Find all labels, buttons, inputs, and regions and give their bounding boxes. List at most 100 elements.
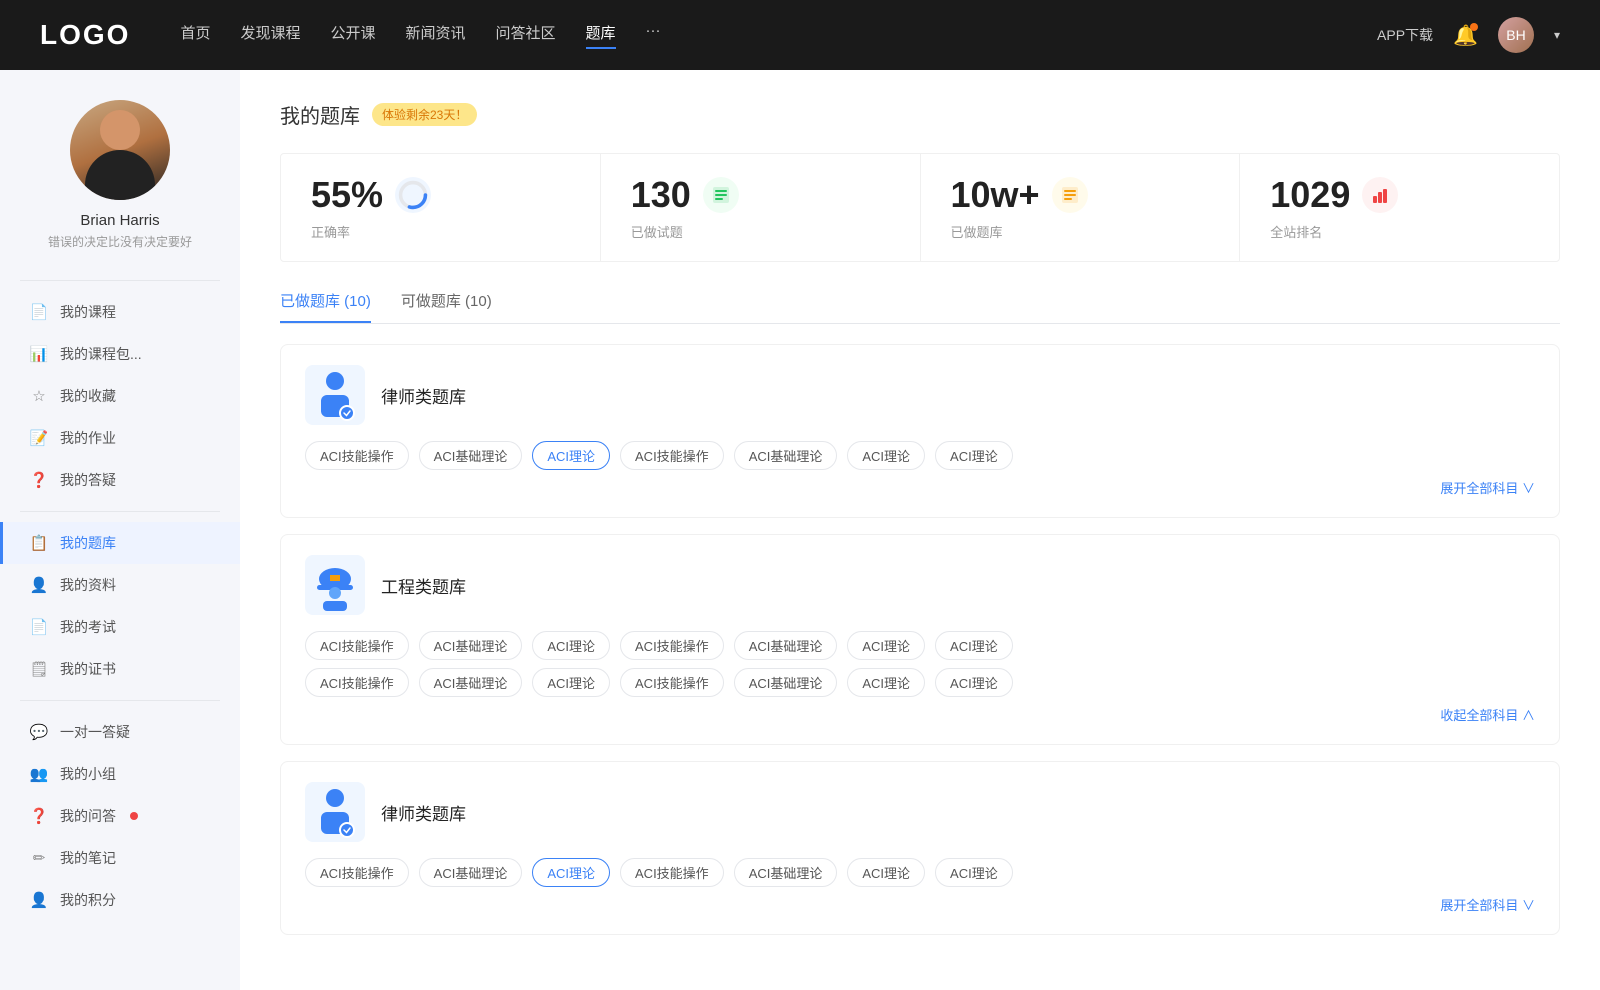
- stat-top-3: 10w+: [951, 174, 1210, 216]
- tag-3-1[interactable]: ACI技能操作: [305, 858, 409, 887]
- tag-1-5[interactable]: ACI基础理论: [734, 441, 838, 470]
- tag-2-7[interactable]: ACI理论: [935, 631, 1013, 660]
- sidebar-item-question-bank[interactable]: 📋 我的题库: [0, 522, 240, 564]
- content-inner: 我的题库 体验剩余23天！ 55%: [240, 70, 1600, 965]
- sidebar-item-label: 我的考试: [60, 617, 116, 637]
- bank-icon-wrap-1: [305, 365, 365, 425]
- main-content: 我的题库 体验剩余23天！ 55%: [240, 70, 1600, 990]
- sidebar-item-my-qa[interactable]: ❓ 我的问答: [0, 795, 240, 837]
- homework-icon: 📝: [30, 429, 48, 447]
- tag-2b-2[interactable]: ACI基础理论: [419, 668, 523, 697]
- sidebar-item-collection[interactable]: ☆ 我的收藏: [0, 375, 240, 417]
- navbar: LOGO 首页 发现课程 公开课 新闻资讯 问答社区 题库 ··· APP下载 …: [0, 0, 1600, 70]
- sidebar-item-points[interactable]: 👤 我的积分: [0, 879, 240, 921]
- bank-list: 律师类题库 ACI技能操作 ACI基础理论 ACI理论 ACI技能操作 ACI基…: [280, 344, 1560, 935]
- tag-3-5[interactable]: ACI基础理论: [734, 858, 838, 887]
- tag-2-5[interactable]: ACI基础理论: [734, 631, 838, 660]
- tab-done-banks[interactable]: 已做题库 (10): [280, 290, 371, 323]
- exam-icon: 📄: [30, 618, 48, 636]
- tag-2b-4[interactable]: ACI技能操作: [620, 668, 724, 697]
- sidebar-item-1on1[interactable]: 💬 一对一答疑: [0, 711, 240, 753]
- expand-link-3[interactable]: 展开全部科目 ∨: [305, 895, 1535, 914]
- main-layout: Brian Harris 错误的决定比没有决定要好 📄 我的课程 📊 我的课程包…: [0, 70, 1600, 990]
- tag-1-1[interactable]: ACI技能操作: [305, 441, 409, 470]
- bank-header-3: 律师类题库: [305, 782, 1535, 842]
- tag-3-2[interactable]: ACI基础理论: [419, 858, 523, 887]
- tag-1-2[interactable]: ACI基础理论: [419, 441, 523, 470]
- page-title: 我的题库: [280, 100, 360, 129]
- stats-row: 55% 正确率 130: [280, 153, 1560, 262]
- sidebar-divider-2: [20, 511, 220, 512]
- bank-card-lawyer-2: 律师类题库 ACI技能操作 ACI基础理论 ACI理论 ACI技能操作 ACI基…: [280, 761, 1560, 935]
- tag-2-2[interactable]: ACI基础理论: [419, 631, 523, 660]
- nav-news[interactable]: 新闻资讯: [406, 22, 466, 49]
- nav-home[interactable]: 首页: [180, 22, 210, 49]
- sidebar-item-course-pack[interactable]: 📊 我的课程包...: [0, 333, 240, 375]
- nav-more[interactable]: ···: [646, 22, 661, 49]
- avatar-body: [85, 150, 155, 200]
- collapse-link[interactable]: 收起全部科目 ∧: [305, 705, 1535, 724]
- my-data-icon: 👤: [30, 576, 48, 594]
- page-title-row: 我的题库 体验剩余23天！: [280, 100, 1560, 129]
- tag-1-7[interactable]: ACI理论: [935, 441, 1013, 470]
- stat-top-4: 1029: [1270, 174, 1529, 216]
- nav-qa[interactable]: 问答社区: [496, 22, 556, 49]
- tag-1-6[interactable]: ACI理论: [847, 441, 925, 470]
- lawyer-icon-2: [311, 786, 359, 838]
- stat-accuracy: 55% 正确率: [281, 154, 601, 261]
- notification-bell[interactable]: 🔔: [1453, 23, 1478, 48]
- tag-2b-3[interactable]: ACI理论: [532, 668, 610, 697]
- tag-2-3[interactable]: ACI理论: [532, 631, 610, 660]
- tag-2-1[interactable]: ACI技能操作: [305, 631, 409, 660]
- stat-number-rank: 1029: [1270, 174, 1350, 216]
- bank-card-engineer: 工程类题库 ACI技能操作 ACI基础理论 ACI理论 ACI技能操作 ACI基…: [280, 534, 1560, 745]
- user-menu-chevron[interactable]: ▾: [1554, 28, 1560, 42]
- tag-2b-6[interactable]: ACI理论: [847, 668, 925, 697]
- sidebar-item-homework[interactable]: 📝 我的作业: [0, 417, 240, 459]
- sidebar-menu: 📄 我的课程 📊 我的课程包... ☆ 我的收藏 📝 我的作业 ❓ 我的答疑 �: [0, 291, 240, 921]
- stat-number-banks: 10w+: [951, 174, 1040, 216]
- donut-svg: [397, 179, 429, 211]
- profile-name: Brian Harris: [80, 212, 159, 229]
- sidebar-item-notes[interactable]: ✏ 我的笔记: [0, 837, 240, 879]
- nav-questions[interactable]: 题库: [586, 22, 616, 49]
- tag-2-6[interactable]: ACI理论: [847, 631, 925, 660]
- engineer-icon: [311, 559, 359, 611]
- user-avatar[interactable]: BH: [1498, 17, 1534, 53]
- bank-header-2: 工程类题库: [305, 555, 1535, 615]
- tag-1-3[interactable]: ACI理论: [532, 441, 610, 470]
- sidebar-item-my-course[interactable]: 📄 我的课程: [0, 291, 240, 333]
- sidebar-item-certificate[interactable]: 🗒 我的证书: [0, 648, 240, 690]
- tag-3-6[interactable]: ACI理论: [847, 858, 925, 887]
- sidebar-item-label: 我的课程: [60, 302, 116, 322]
- tag-2b-1[interactable]: ACI技能操作: [305, 668, 409, 697]
- tag-2b-7[interactable]: ACI理论: [935, 668, 1013, 697]
- tag-1-4[interactable]: ACI技能操作: [620, 441, 724, 470]
- notes-icon: ✏: [30, 849, 48, 867]
- tag-2-4[interactable]: ACI技能操作: [620, 631, 724, 660]
- sidebar-item-group[interactable]: 👥 我的小组: [0, 753, 240, 795]
- sidebar-profile: Brian Harris 错误的决定比没有决定要好: [0, 100, 240, 270]
- tag-3-3[interactable]: ACI理论: [532, 858, 610, 887]
- sidebar-item-label: 我的小组: [60, 764, 116, 784]
- avatar-face: [100, 110, 140, 150]
- sidebar-item-exam[interactable]: 📄 我的考试: [0, 606, 240, 648]
- sidebar-item-label: 我的题库: [60, 533, 116, 553]
- sidebar-item-my-data[interactable]: 👤 我的资料: [0, 564, 240, 606]
- nav-discover[interactable]: 发现课程: [240, 22, 300, 49]
- tag-2b-5[interactable]: ACI基础理论: [734, 668, 838, 697]
- sidebar-item-inquiry[interactable]: ❓ 我的答疑: [0, 459, 240, 501]
- sidebar-item-label: 我的答疑: [60, 470, 116, 490]
- list-icon-2: [1059, 184, 1081, 206]
- trial-badge: 体验剩余23天！: [372, 103, 477, 126]
- expand-link-1[interactable]: 展开全部科目 ∨: [305, 478, 1535, 497]
- tab-available-banks[interactable]: 可做题库 (10): [401, 290, 492, 323]
- bank-header-1: 律师类题库: [305, 365, 1535, 425]
- sidebar-item-label: 一对一答疑: [60, 722, 130, 742]
- lawyer-icon: [311, 369, 359, 421]
- app-download-link[interactable]: APP下载: [1377, 25, 1433, 45]
- sidebar-item-label: 我的问答: [60, 806, 116, 826]
- tag-3-7[interactable]: ACI理论: [935, 858, 1013, 887]
- tag-3-4[interactable]: ACI技能操作: [620, 858, 724, 887]
- nav-opencourse[interactable]: 公开课: [330, 22, 375, 49]
